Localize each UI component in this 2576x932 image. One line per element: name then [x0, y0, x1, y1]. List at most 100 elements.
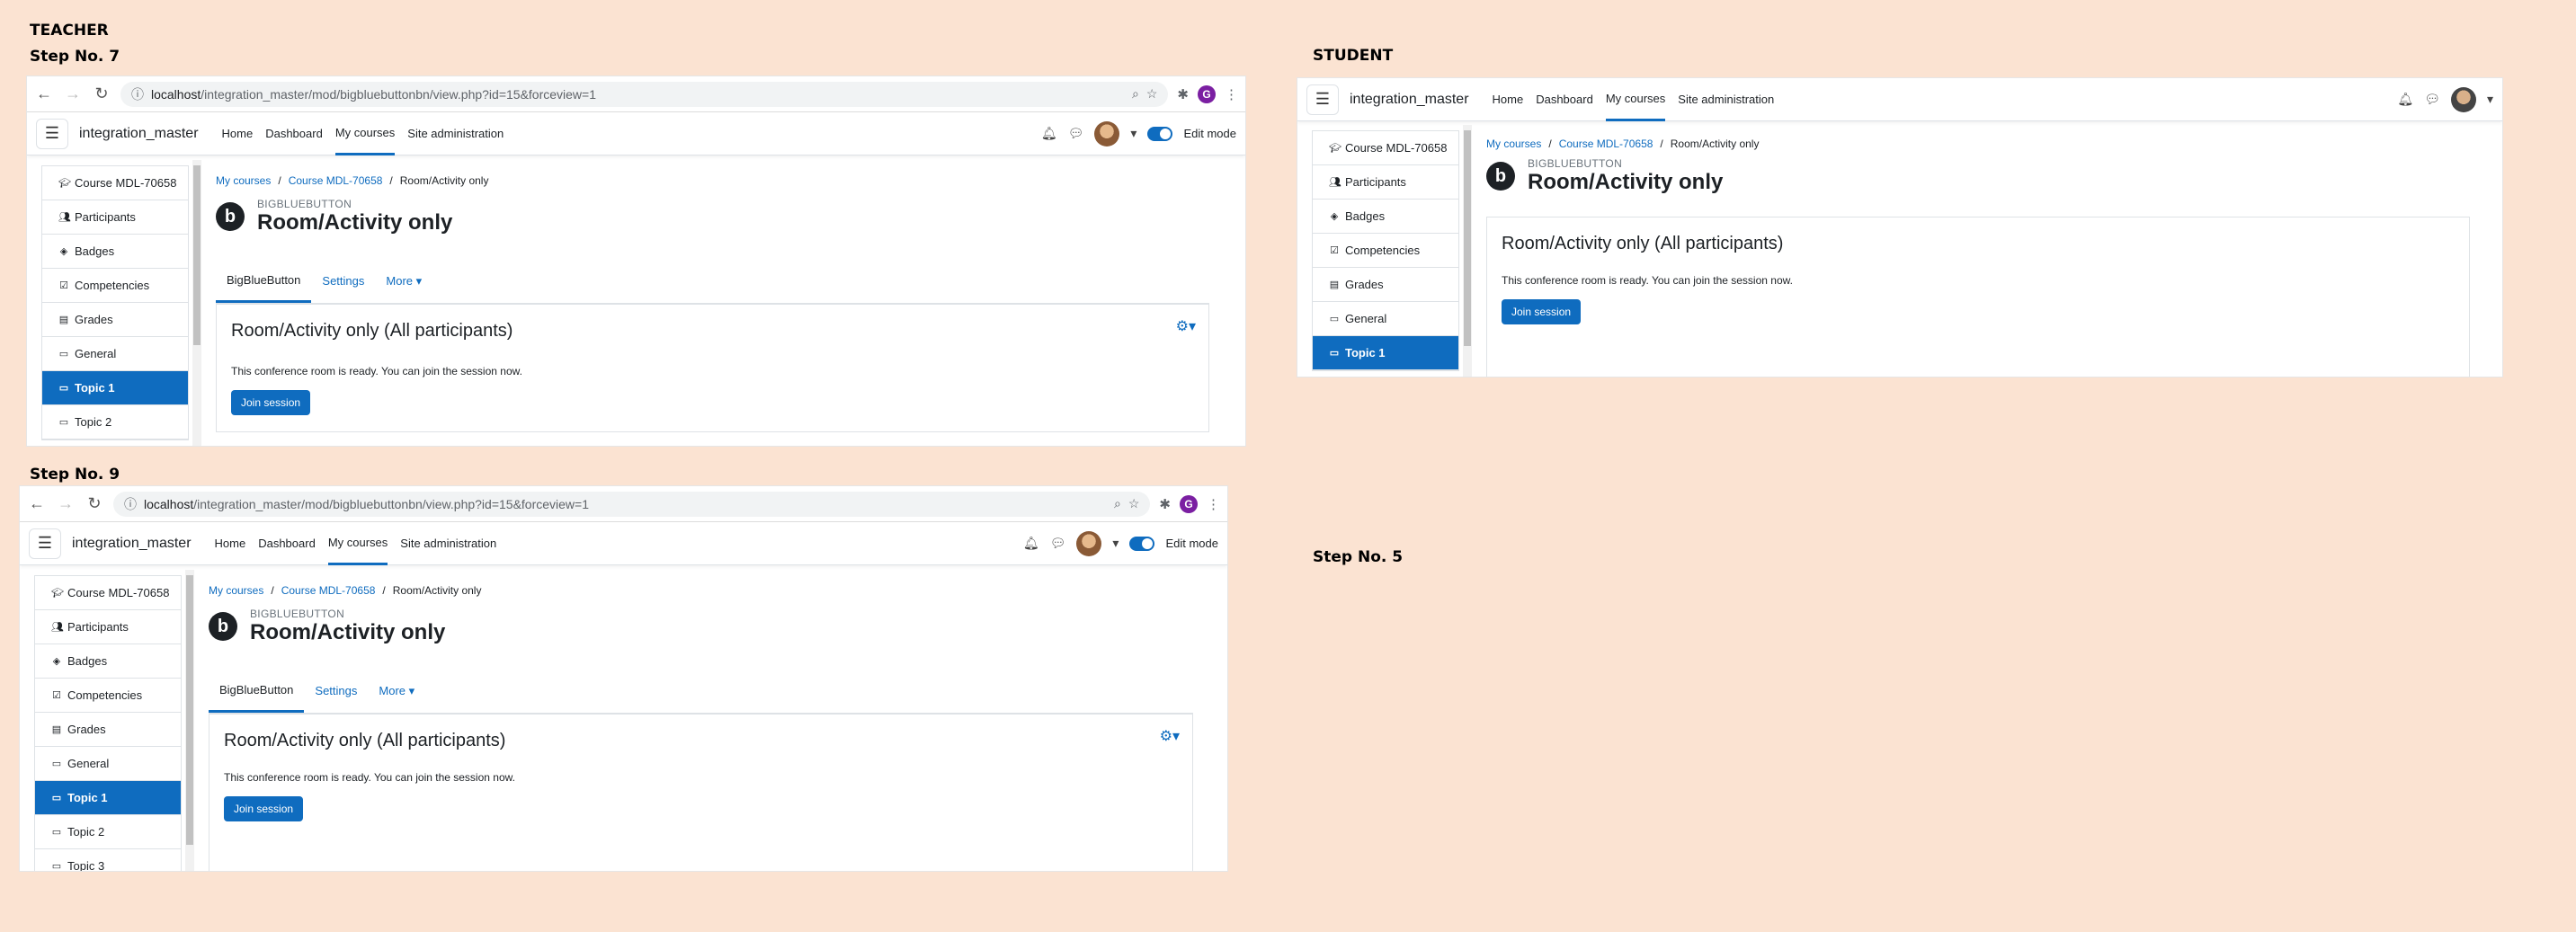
site-info-icon[interactable]: ⓘ [124, 495, 137, 513]
course-index-item[interactable]: ☑ Competencies [35, 679, 181, 713]
extensions-icon[interactable]: ✱ [1159, 496, 1171, 512]
reload-icon[interactable]: ↻ [85, 494, 104, 513]
course-index-item[interactable]: 👥︎ Participants [35, 610, 181, 644]
course-index-item[interactable]: ☑ Competencies [42, 269, 188, 303]
breadcrumb-course[interactable]: Course MDL-70658 [1559, 138, 1653, 150]
tab-settings[interactable]: Settings [304, 669, 368, 713]
address-bar[interactable]: ⓘ localhost/integration_master/mod/bigbl… [113, 491, 1151, 517]
user-menu-caret-icon[interactable]: ▾ [2487, 92, 2493, 107]
nav-home[interactable]: Home [215, 522, 246, 565]
grades-icon: ▤ [51, 724, 62, 735]
join-session-button[interactable]: Join session [231, 390, 311, 415]
breadcrumb: My courses / Course MDL-70658/ Room/Activ… [209, 584, 482, 597]
course-index-item[interactable]: 🎓︎ Course MDL-70658 [35, 576, 181, 610]
site-info-icon[interactable]: ⓘ [131, 85, 144, 103]
course-index-item[interactable]: ▭ General [35, 747, 181, 781]
notifications-bell-icon[interactable]: 🔔︎ [2397, 92, 2413, 107]
course-index-item[interactable]: ▤ Grades [1313, 268, 1458, 302]
breadcrumb-my-courses[interactable]: My courses [1486, 138, 1541, 150]
join-session-button[interactable]: Join session [224, 796, 304, 821]
back-icon[interactable]: ← [27, 494, 47, 513]
course-index-item[interactable]: ◈ Badges [1313, 200, 1458, 234]
zoom-icon[interactable]: ⌕ [1132, 86, 1139, 102]
tab-settings[interactable]: Settings [311, 259, 375, 303]
site-name[interactable]: integration_master [72, 536, 192, 552]
user-avatar[interactable] [1076, 530, 1102, 556]
course-index-item[interactable]: ▤ Grades [42, 303, 188, 337]
site-name[interactable]: integration_master [79, 126, 199, 142]
nav-site-admin[interactable]: Site administration [407, 112, 504, 155]
reload-icon[interactable]: ↻ [92, 84, 111, 103]
edit-mode-toggle[interactable] [1147, 126, 1173, 141]
nav-site-admin[interactable]: Site administration [1678, 78, 1774, 121]
bookmark-star-icon[interactable]: ☆ [1128, 496, 1140, 511]
course-index-item[interactable]: 👥︎ Participants [42, 200, 188, 235]
messages-icon[interactable]: 💬︎ [1050, 536, 1066, 551]
edit-mode-toggle[interactable] [1129, 536, 1155, 551]
join-session-button[interactable]: Join session [1502, 299, 1582, 324]
nav-home[interactable]: Home [222, 112, 254, 155]
course-index-item-selected[interactable]: ▭ Topic 1 [1313, 336, 1458, 370]
course-index-item[interactable]: 🎓︎ Course MDL-70658 [42, 166, 188, 200]
course-index-item[interactable]: ▭ General [1313, 302, 1458, 336]
course-index-item-selected[interactable]: ▭ Topic 1 [35, 781, 181, 815]
back-icon[interactable]: ← [34, 84, 54, 103]
grades-icon: ▤ [1329, 280, 1340, 290]
nav-dashboard[interactable]: Dashboard [265, 112, 323, 155]
user-avatar[interactable] [2450, 86, 2476, 112]
gear-icon[interactable]: ⚙▾ [1160, 727, 1180, 745]
teacher-label: TEACHER [30, 22, 109, 40]
drawer-toggle-icon[interactable]: ☰ [36, 118, 68, 149]
course-index-item[interactable]: ◈ Badges [35, 644, 181, 679]
forward-icon[interactable]: → [63, 84, 83, 103]
breadcrumb-course[interactable]: Course MDL-70658 [289, 174, 383, 187]
nav-my-courses[interactable]: My courses [334, 112, 396, 155]
profile-avatar[interactable]: G [1198, 84, 1216, 103]
user-avatar[interactable] [1094, 120, 1120, 146]
moodle-navbar: ☰ integration_master Home Dashboard My c… [1297, 78, 2502, 121]
profile-avatar[interactable]: G [1180, 494, 1198, 513]
bookmark-star-icon[interactable]: ☆ [1146, 86, 1158, 102]
course-index-item[interactable]: ☑ Competencies [1313, 234, 1458, 268]
tab-bigbluebutton[interactable]: BigBlueButton [216, 259, 312, 303]
browser-menu-icon[interactable]: ⋮ [1225, 86, 1238, 102]
course-index-item[interactable]: 👥︎ Participants [1313, 165, 1458, 200]
course-index-item[interactable]: 🎓︎ Course MDL-70658 [1313, 131, 1458, 165]
nav-dashboard[interactable]: Dashboard [1536, 78, 1593, 121]
gear-icon[interactable]: ⚙▾ [1176, 317, 1196, 335]
course-index-item-selected[interactable]: ▭ Topic 1 [42, 371, 188, 405]
nav-dashboard[interactable]: Dashboard [258, 522, 316, 565]
browser-toolbar: ← → ↻ ⓘ localhost/integration_master/mod… [20, 486, 1227, 522]
tab-more[interactable]: More ▾ [368, 669, 425, 713]
course-index-item[interactable]: ▭ Topic 2 [35, 815, 181, 849]
breadcrumb-course[interactable]: Course MDL-70658 [281, 584, 376, 597]
messages-icon[interactable]: 💬︎ [1068, 126, 1084, 141]
course-index-item[interactable]: ▤ Grades [35, 713, 181, 747]
site-name[interactable]: integration_master [1350, 92, 1469, 108]
course-index-item[interactable]: ▭ Topic 2 [42, 405, 188, 439]
user-menu-caret-icon[interactable]: ▾ [1130, 126, 1136, 141]
teacher-step9-screenshot: ← → ↻ ⓘ localhost/integration_master/mod… [19, 485, 1228, 872]
zoom-icon[interactable]: ⌕ [1114, 496, 1121, 511]
nav-my-courses[interactable]: My courses [327, 522, 388, 565]
nav-my-courses[interactable]: My courses [1605, 78, 1666, 121]
address-bar[interactable]: ⓘ localhost/integration_master/mod/bigbl… [120, 81, 1169, 107]
extensions-icon[interactable]: ✱ [1177, 86, 1189, 102]
messages-icon[interactable]: 💬︎ [2424, 92, 2440, 107]
tab-bigbluebutton[interactable]: BigBlueButton [209, 669, 305, 713]
breadcrumb-my-courses[interactable]: My courses [209, 584, 263, 597]
forward-icon[interactable]: → [56, 494, 76, 513]
notifications-bell-icon[interactable]: 🔔︎ [1041, 126, 1057, 141]
tab-more[interactable]: More ▾ [375, 259, 432, 303]
course-index-item[interactable]: ◈ Badges [42, 235, 188, 269]
course-index-item[interactable]: ▭ General [42, 337, 188, 371]
drawer-toggle-icon[interactable]: ☰ [1306, 84, 1339, 115]
browser-menu-icon[interactable]: ⋮ [1207, 496, 1220, 512]
user-menu-caret-icon[interactable]: ▾ [1112, 536, 1119, 551]
breadcrumb-my-courses[interactable]: My courses [216, 174, 271, 187]
course-index-item[interactable]: ▭ Topic 3 [35, 849, 181, 871]
drawer-toggle-icon[interactable]: ☰ [29, 528, 61, 559]
nav-home[interactable]: Home [1493, 78, 1524, 121]
notifications-bell-icon[interactable]: 🔔︎ [1023, 536, 1039, 551]
nav-site-admin[interactable]: Site administration [400, 522, 496, 565]
